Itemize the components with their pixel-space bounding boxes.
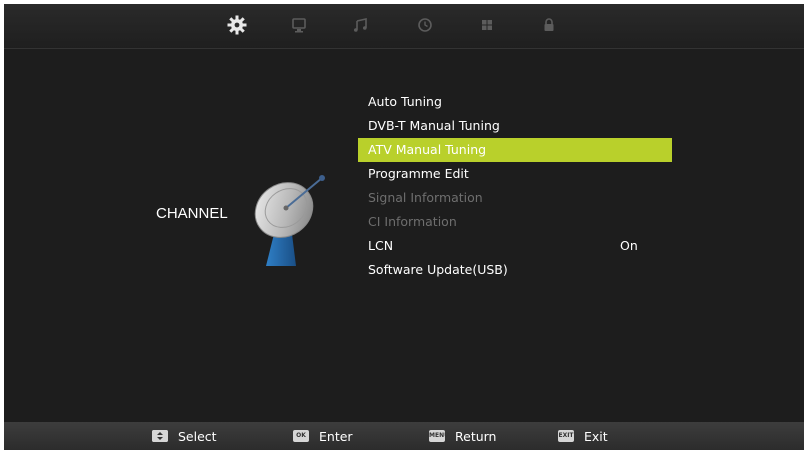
music-icon[interactable] [350,14,372,36]
channel-menu-list: Auto Tuning DVB-T Manual Tuning ATV Manu… [358,90,672,282]
menu-item-dvbt-manual-tuning[interactable]: DVB-T Manual Tuning [358,114,672,138]
menu-key-icon: MENU [429,430,449,442]
clock-icon[interactable] [414,14,436,36]
menu-item-label: Software Update(USB) [368,262,508,277]
menu-item-label: LCN [368,238,394,253]
menu-item-signal-information: Signal Information [358,186,672,210]
up-down-key-icon [152,430,168,442]
grid-icon[interactable] [476,14,498,36]
select-hint: Select [152,422,217,450]
menu-item-label: DVB-T Manual Tuning [368,118,500,133]
exit-hint-label: Exit [584,428,608,444]
menu-item-label: Auto Tuning [368,94,442,109]
menu-item-lcn[interactable]: LCN On [358,234,672,258]
satellite-dish-icon [252,162,336,266]
enter-hint: OK Enter [293,422,353,450]
ok-key-icon: OK [293,430,309,442]
menu-item-label: ATV Manual Tuning [368,142,487,157]
menu-item-software-update[interactable]: Software Update(USB) [358,258,672,282]
menu-item-label: Signal Information [368,190,483,205]
menu-item-ci-information: CI Information [358,210,672,234]
return-hint-label: Return [455,428,497,444]
enter-hint-label: Enter [319,428,353,444]
exit-key-icon: EXIT [558,430,574,442]
monitor-icon[interactable] [288,14,310,36]
menu-item-label: CI Information [368,214,457,229]
menu-item-auto-tuning[interactable]: Auto Tuning [358,90,672,114]
menu-item-programme-edit[interactable]: Programme Edit [358,162,672,186]
category-label: CHANNEL [156,205,228,222]
menu-item-atv-manual-tuning[interactable]: ATV Manual Tuning [358,138,672,162]
gear-icon[interactable] [226,14,248,36]
return-hint: MENU Return [429,422,496,450]
exit-hint: EXIT Exit [558,422,608,450]
lcn-value: On [620,238,638,253]
top-tab-bar [4,4,804,49]
channel-menu-frame: CHANNEL Auto Tuning DVB-T Manual Tuning … [4,4,804,450]
footer-hint-bar: Select OK Enter MENU Return EXIT Exit [4,422,804,450]
menu-item-label: Programme Edit [368,166,469,181]
lock-icon[interactable] [538,14,560,36]
tv-screen: CHANNEL Auto Tuning DVB-T Manual Tuning … [0,0,808,454]
select-hint-label: Select [178,428,217,444]
